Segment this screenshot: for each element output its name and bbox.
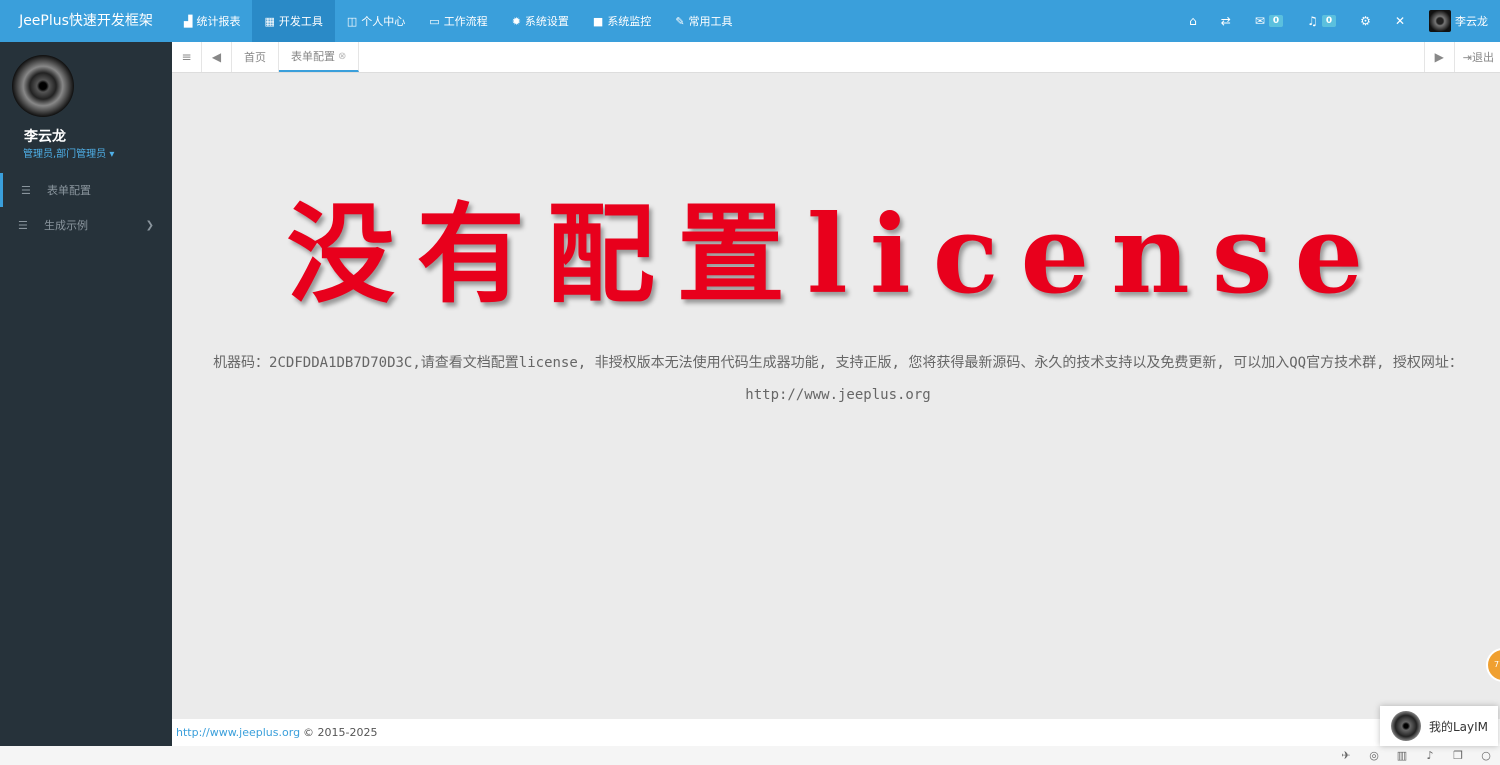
scroll-tabs-right-button[interactable]: ▶ bbox=[1423, 42, 1454, 72]
user-menu[interactable]: 李云龙 bbox=[1417, 0, 1500, 42]
menu-item-label: 统计报表 bbox=[196, 15, 241, 28]
top-right-toolbar: ⌂ ⇄ ✉ 0 ♫ 0 ⚙ ✕ 李云龙 bbox=[1177, 0, 1500, 42]
menu-item-label: 个人中心 bbox=[361, 15, 406, 28]
sidebar-item-label: 生成示例 bbox=[44, 219, 88, 232]
backward-icon: ◀ bbox=[211, 50, 222, 64]
translate-icon: ⇄ bbox=[1220, 14, 1231, 28]
main-menu: ▟ 统计报表 ▦ 开发工具 ◫ 个人中心 ▭ 工作流程 ✹ 系统设置 ■ 系统监控 ✎ 常用工… bbox=[172, 0, 745, 42]
columns-icon: ◫ bbox=[346, 14, 358, 28]
rocket-icon[interactable]: ✈ bbox=[1332, 749, 1360, 762]
license-message: 机器码：2CDFDDA1DB7D70D3C,请查看文档配置license, 非授… bbox=[213, 355, 1463, 403]
chevron-circle-icon: ❯ bbox=[145, 219, 154, 231]
window-icon[interactable]: ❐ bbox=[1444, 749, 1472, 762]
sign-out-icon: ⇥ bbox=[1462, 50, 1472, 64]
main-content: 没有配置license 机器码：2CDFDDA1DB7D70D3C,请查看文档配… bbox=[172, 73, 1500, 719]
menu-item-settings[interactable]: ✹ 系统设置 bbox=[500, 0, 581, 42]
menu-item-stats[interactable]: ▟ 统计报表 bbox=[172, 0, 252, 42]
grid-icon: ▦ bbox=[264, 14, 275, 28]
sidebar-item-form-config[interactable]: ☰ 表单配置 bbox=[0, 173, 172, 207]
menu-item-tools[interactable]: ✎ 常用工具 bbox=[663, 0, 744, 42]
hamburger-icon: ≡ bbox=[181, 50, 192, 64]
search-icon[interactable]: ○ bbox=[1472, 749, 1500, 762]
top-navbar: JeePlus快速开发框架 ▟ 统计报表 ▦ 开发工具 ◫ 个人中心 ▭ 工作流程 ✹ 系… bbox=[0, 0, 1500, 42]
language-button[interactable]: ⇄ bbox=[1209, 0, 1243, 42]
layim-widget[interactable]: 我的LayIM bbox=[1380, 706, 1498, 746]
caret-down-icon: ▾ bbox=[106, 149, 115, 160]
forward-icon: ▶ bbox=[1434, 50, 1444, 64]
copyright-text: © 2015-2025 bbox=[303, 726, 378, 739]
tabs-bar: ≡ ◀ 首页 表单配置 ⊗ ▶ ⇥ 退出 bbox=[172, 42, 1500, 73]
sidebar-user-name: 李云龙 bbox=[24, 129, 66, 145]
tab-form-config[interactable]: 表单配置 ⊗ bbox=[279, 42, 360, 72]
role-label: 管理员,部门管理员 bbox=[23, 149, 107, 160]
list-icon: ☰ bbox=[18, 218, 28, 232]
tab-home[interactable]: 首页 bbox=[232, 42, 279, 72]
menu-item-workflow[interactable]: ▭ 工作流程 bbox=[417, 0, 499, 42]
footer: http://www.jeeplus.org © 2015-2025 bbox=[172, 719, 1500, 746]
list-icon: ☰ bbox=[21, 183, 31, 197]
skin-icon[interactable]: ◎ bbox=[1360, 749, 1388, 762]
trash-icon[interactable]: ▥ bbox=[1388, 749, 1416, 762]
top-user-name: 李云龙 bbox=[1455, 15, 1488, 28]
expand-icon: ✕ bbox=[1394, 14, 1405, 28]
menu-item-label: 常用工具 bbox=[688, 15, 733, 28]
fullscreen-button[interactable]: ✕ bbox=[1383, 0, 1417, 42]
toggle-sidebar-button[interactable]: ≡ bbox=[172, 42, 202, 72]
layim-avatar bbox=[1391, 711, 1421, 741]
brand-title[interactable]: JeePlus快速开发框架 bbox=[0, 0, 172, 42]
tab-label: 表单配置 bbox=[291, 50, 335, 63]
bell-icon: ♫ bbox=[1307, 14, 1318, 28]
bottom-toolbar: ✈ ◎ ▥ ♪ ❐ ○ bbox=[0, 746, 1500, 765]
logout-button[interactable]: ⇥ 退出 bbox=[1453, 42, 1500, 72]
license-warning-headline: 没有配置license bbox=[286, 192, 1386, 318]
mail-button[interactable]: ✉ 0 bbox=[1243, 0, 1295, 42]
avatar bbox=[1429, 10, 1451, 32]
notification-button[interactable]: ♫ 0 bbox=[1295, 0, 1348, 42]
monitor-icon: ▭ bbox=[429, 14, 440, 28]
menu-item-label: 开发工具 bbox=[278, 15, 323, 28]
mail-count-badge: 0 bbox=[1268, 15, 1284, 27]
footer-link[interactable]: http://www.jeeplus.org bbox=[176, 726, 300, 739]
sidebar-item-label: 表单配置 bbox=[47, 184, 91, 197]
logout-label: 退出 bbox=[1472, 51, 1494, 64]
chart-icon: ▟ bbox=[184, 14, 193, 28]
home-button[interactable]: ⌂ bbox=[1177, 0, 1209, 42]
menu-item-label: 系统设置 bbox=[524, 15, 569, 28]
menu-item-monitor[interactable]: ■ 系统监控 bbox=[581, 0, 663, 42]
close-tab-icon[interactable]: ⊗ bbox=[338, 51, 346, 62]
cogs-icon: ⚙ bbox=[1360, 14, 1371, 28]
layim-label: 我的LayIM bbox=[1429, 719, 1489, 734]
video-icon: ■ bbox=[592, 14, 604, 28]
menu-item-devtools[interactable]: ▦ 开发工具 bbox=[252, 0, 335, 42]
gear-icon: ✹ bbox=[511, 14, 521, 28]
menu-item-profile[interactable]: ◫ 个人中心 bbox=[335, 0, 417, 42]
sidebar-role-dropdown[interactable]: 管理员,部门管理员 ▾ bbox=[23, 145, 114, 160]
sidebar-avatar[interactable] bbox=[12, 55, 74, 117]
tab-label: 首页 bbox=[244, 51, 266, 64]
menu-item-label: 系统监控 bbox=[607, 15, 652, 28]
bell-count-badge: 0 bbox=[1321, 15, 1337, 27]
sidebar-item-examples[interactable]: ☰ 生成示例 ❯ bbox=[0, 208, 172, 242]
volume-icon[interactable]: ♪ bbox=[1416, 749, 1444, 762]
menu-item-label: 工作流程 bbox=[443, 15, 488, 28]
home-icon: ⌂ bbox=[1189, 14, 1197, 28]
wrench-icon: ✎ bbox=[675, 14, 685, 28]
envelope-icon: ✉ bbox=[1254, 14, 1265, 28]
theme-settings-button[interactable]: ⚙ bbox=[1348, 0, 1383, 42]
sidebar: 李云龙 管理员,部门管理员 ▾ ☰ 表单配置 ☰ 生成示例 ❯ bbox=[0, 42, 172, 765]
scroll-tabs-left-button[interactable]: ◀ bbox=[202, 42, 232, 72]
